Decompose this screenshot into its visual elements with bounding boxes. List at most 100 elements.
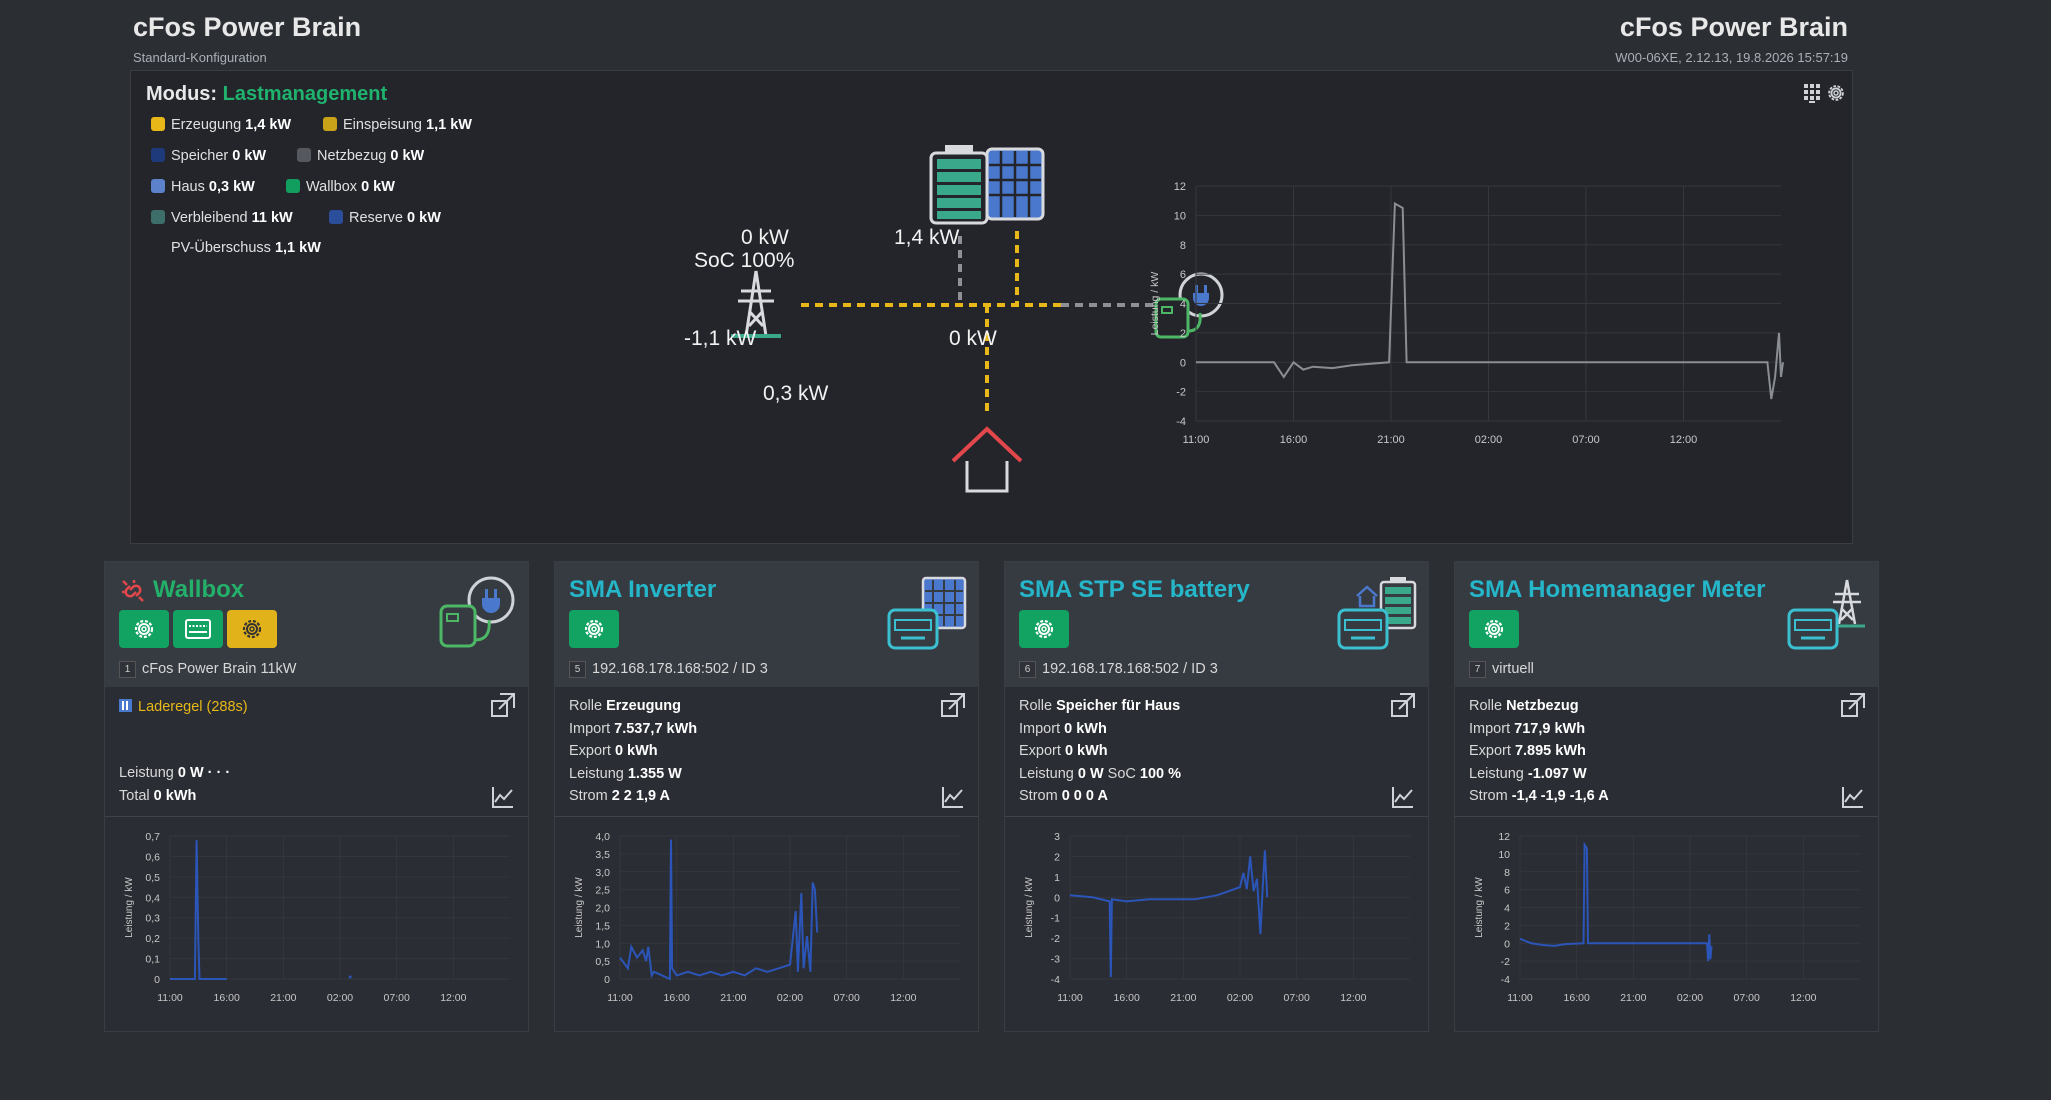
gear-icon [242,619,262,639]
app-title: cFos Power Brain [133,12,362,42]
card-title: SMA Homemanager Meter [1469,576,1766,603]
settings-button[interactable] [1019,610,1069,648]
x-tick-label: 12:00 [1670,434,1698,446]
metric-import: Import 717,9 kWh [1469,720,1586,737]
expand-icon[interactable] [940,692,966,718]
y-tick-label: -4 [1501,974,1510,986]
display-icon [185,619,211,639]
device-id-badge: 6 [1019,661,1036,678]
solar-panel-icon[interactable] [985,147,1045,221]
y-tick-label: 10 [1174,210,1186,222]
y-tick-label: 0 [604,974,610,986]
x-tick-label: 16:00 [1114,992,1140,1004]
legend-swatch [329,210,343,224]
y-tick-label: 8 [1504,867,1510,879]
x-tick-label: 02:00 [777,992,803,1004]
expand-icon[interactable] [1840,692,1866,718]
battery-soc-label: SoC 100% [694,249,795,272]
y-tick-label: 0,7 [145,831,160,843]
settings-gear-icon[interactable] [1825,82,1847,104]
y-tick-label: 4 [1504,903,1510,915]
device-model: cFos Power Brain 11kW [142,661,297,677]
y-tick-label: 3 [1054,831,1060,843]
y-tick-label: 0,1 [145,954,160,966]
y-tick-label: 3,0 [595,867,610,879]
device-id-line: 6 192.168.178.168:502 / ID 3 [1019,661,1218,678]
series-line [1196,201,1784,400]
expand-icon[interactable] [1390,692,1416,718]
legend-item-erzeugung: Erzeugung 1,4 kW [151,117,291,133]
x-tick-label: 02:00 [1227,992,1253,1004]
y-tick-label: 3,5 [595,849,610,861]
display-button[interactable] [173,610,223,648]
y-tick-label: -3 [1051,954,1060,966]
expand-icon[interactable] [490,692,516,718]
grid-meter-icon [1787,579,1865,650]
y-tick-label: 0 [1180,357,1186,369]
gear-icon [584,619,604,639]
x-tick-label: 02:00 [1677,992,1703,1004]
battery-storage-icon [1337,577,1417,650]
chart-toggle-icon[interactable] [1390,784,1416,810]
battery-icon[interactable] [929,145,989,225]
x-tick-label: 11:00 [157,992,183,1004]
house-power-label: 0,3 kW [763,382,829,405]
device-address: virtuell [1492,661,1534,677]
y-tick-label: -1 [1051,913,1060,925]
y-tick-label: 6 [1180,269,1186,281]
solar-power-label: 1,4 kW [894,226,960,249]
x-tick-label: 12:00 [890,992,916,1004]
card-metrics: Leistung 0 W · · · Total 0 kWh [119,762,230,807]
divider [1455,816,1878,817]
y-axis-label: Leistung / kW [124,877,135,938]
device-info: W00-06XE, 2.12.13, 19.8.2026 15:57:19 [1615,50,1848,65]
legend-item-speicher: Speicher 0 kW [151,148,266,164]
y-tick-label: -2 [1501,956,1510,968]
connection-error-icon[interactable] [120,578,146,604]
y-tick-label: 2,5 [595,885,610,897]
device-address: 192.168.178.168:502 / ID 3 [592,661,768,677]
y-tick-label: 4,0 [595,831,610,843]
y-tick-label: 0,2 [145,933,160,945]
power-history-chart: 12 10 8 6 4 2 0 -2 -4 11:00 16:00 21:00 02:00 07:00 12… [1149,181,1784,446]
chart-toggle-icon[interactable] [1840,784,1866,810]
metric-leistung: Leistung 1.355 W [569,765,682,782]
legend-swatch [151,179,165,193]
solar-inverter-icon [887,576,967,650]
settings-button[interactable] [569,610,619,648]
device-title: cFos Power Brain [1619,12,1848,42]
house-icon[interactable] [951,426,1023,493]
y-tick-label: 2 [1180,328,1186,340]
y-tick-label: 1,5 [595,920,610,932]
charging-rules-button[interactable] [227,610,277,648]
device-id-line: 7 virtuell [1469,661,1534,678]
metric-strom: Strom 0 0 0 A [1019,788,1108,804]
metric-strom: Strom 2 2 1,9 A [569,788,671,804]
y-tick-label: 0 [154,974,160,986]
divider [105,816,528,817]
gear-icon [134,619,154,639]
chart-toggle-icon[interactable] [490,784,516,810]
chart-toggle-icon[interactable] [940,784,966,810]
y-tick-label: 4 [1180,299,1186,311]
mode-label: Modus: [146,83,218,105]
settings-button[interactable] [1469,610,1519,648]
x-tick-label: 16:00 [1564,992,1590,1004]
qr-code-icon[interactable] [1803,83,1821,103]
y-axis-label: Leistung / kW [1024,877,1035,938]
x-tick-label: 12:00 [440,992,466,1004]
device-address: 192.168.178.168:502 / ID 3 [1042,661,1218,677]
meter-card: SMA Homemanager Meter 7 virtuell Rolle Ne… [1454,561,1879,1032]
metric-import: Import 7.537,7 kWh [569,720,698,737]
series-line [1069,850,1269,978]
legend-swatch [323,117,337,131]
x-tick-label: 12:00 [1340,992,1366,1004]
legend-item-haus: Haus 0,3 kW [151,179,255,195]
x-tick-label: 07:00 [1572,434,1600,446]
legend-item-einspeisung: Einspeisung 1,1 kW [323,117,472,133]
charging-rule-status[interactable]: Laderegel (288s) [119,696,248,719]
legend-swatch [297,148,311,162]
settings-button[interactable] [119,610,169,648]
pause-icon [119,699,132,712]
metric-export: Export 0 kWh [1019,743,1108,759]
